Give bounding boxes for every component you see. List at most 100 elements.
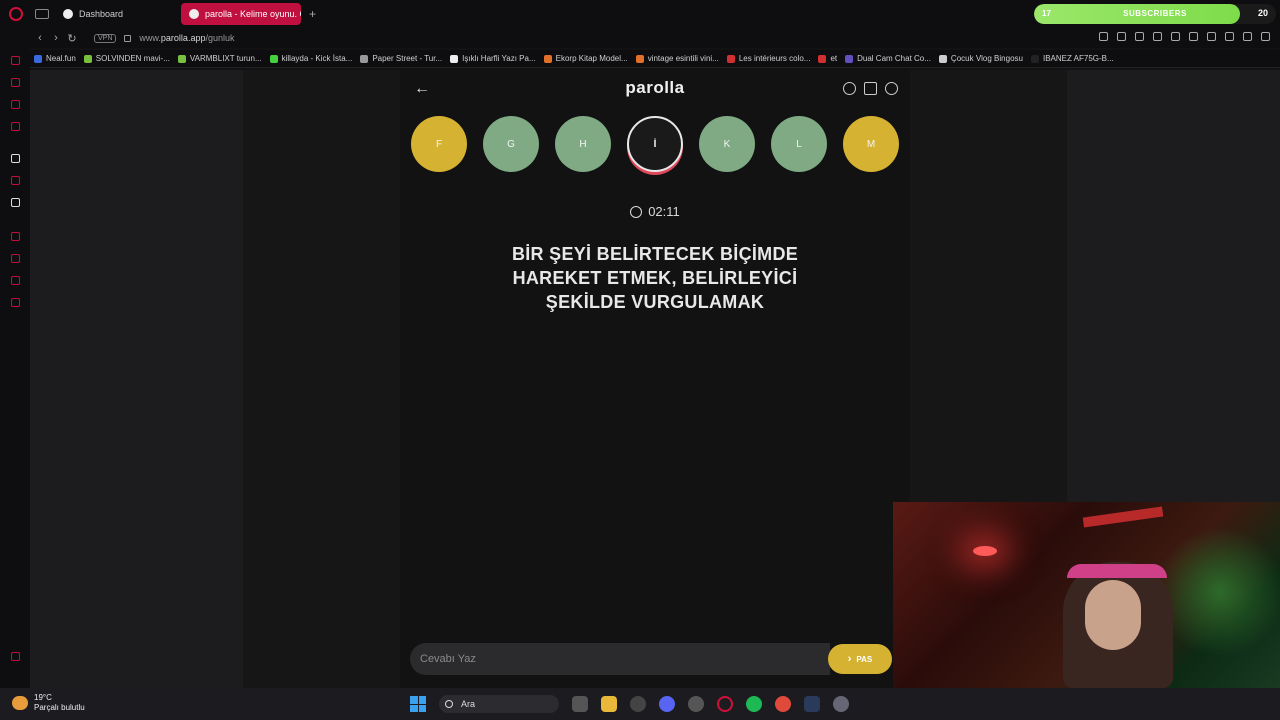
steam-icon[interactable] xyxy=(804,696,820,712)
sidebar-news-icon[interactable] xyxy=(11,122,20,131)
bookmark-item[interactable]: Çocuk Vlog Bingosu xyxy=(938,54,1023,63)
bookmark-favicon-icon xyxy=(450,54,459,63)
bookmark-item[interactable]: Neal.fun xyxy=(34,54,76,63)
pass-label: PAS xyxy=(856,654,873,664)
bookmark-item[interactable]: Paper Street - Tur... xyxy=(360,54,442,63)
bookmark-item[interactable]: vintage esintili vini... xyxy=(635,54,719,63)
game-title: parolla xyxy=(625,78,685,97)
bookmark-favicon-icon xyxy=(938,54,947,63)
sidebar-clock-icon[interactable] xyxy=(11,254,20,263)
bookmark-item[interactable]: SOLVINDEN mavi-... xyxy=(83,54,170,63)
windows-start-icon[interactable] xyxy=(410,696,426,712)
letter-circle-green: H xyxy=(555,116,611,172)
weather-temp: 19°C xyxy=(34,693,52,702)
game-header-icons xyxy=(843,82,898,95)
timer: 02:11 xyxy=(400,204,910,219)
windows-taskbar: 19°C Parçalı bulutlu Ara xyxy=(0,688,1280,720)
opera-gx-icon[interactable] xyxy=(717,696,733,712)
bookmark-item[interactable]: Les intérieurs colo... xyxy=(726,54,810,63)
answer-input[interactable] xyxy=(410,643,830,675)
tab-menu-icon[interactable] xyxy=(35,9,49,19)
bookmark-favicon-icon xyxy=(818,54,827,63)
letter-circle-green: K xyxy=(699,116,755,172)
sidebar-x-icon[interactable] xyxy=(11,198,20,207)
bookmark-item[interactable]: Ekorp Kitap Model... xyxy=(543,54,628,63)
bookmark-item[interactable]: IBANEZ AF75G-B... xyxy=(1030,54,1114,63)
webcam-headphones xyxy=(1067,564,1167,578)
spotify-icon[interactable] xyxy=(746,696,762,712)
page-gutter-mid-left xyxy=(243,70,400,688)
url-field[interactable]: www.parolla.app/gunluk xyxy=(139,33,234,43)
address-bar: ‹ › ↻ VPN www.parolla.app/gunluk xyxy=(0,28,1280,48)
sidebar-player-icon[interactable] xyxy=(11,232,20,241)
webcam-face xyxy=(1085,580,1141,650)
bookmark-favicon-icon xyxy=(635,54,644,63)
dashboard-favicon-icon xyxy=(63,9,73,19)
letter-circle-current: İ xyxy=(627,116,683,172)
vpn-badge[interactable]: VPN xyxy=(94,33,117,43)
profile-icon[interactable] xyxy=(1225,32,1234,41)
taskbar-search[interactable]: Ara xyxy=(439,695,559,713)
sidebar-bag-icon[interactable] xyxy=(11,78,20,87)
letter-circle-green: L xyxy=(771,116,827,172)
file-explorer-icon[interactable] xyxy=(601,696,617,712)
settings-icon[interactable] xyxy=(833,696,849,712)
bookmark-label: Paper Street - Tur... xyxy=(372,54,443,63)
taskbar-icons: Ara xyxy=(410,695,849,713)
timer-value: 02:11 xyxy=(648,204,680,219)
tab-parolla[interactable]: parolla - Kelime oyunu. G xyxy=(181,3,301,25)
bookmark-item[interactable]: VARMBLIXT turun... xyxy=(177,54,262,63)
bookmark-item[interactable]: Işıklı Harfli Yazı Pa... xyxy=(450,54,536,63)
stats-icon[interactable] xyxy=(864,82,877,95)
info-icon[interactable] xyxy=(843,82,856,95)
pin-icon[interactable] xyxy=(1099,32,1108,41)
bookmark-label: IBANEZ AF75G-B... xyxy=(1042,54,1114,63)
sidebar-twitch-icon[interactable] xyxy=(11,176,20,185)
download-icon[interactable] xyxy=(1243,32,1252,41)
sidebar-chat-icon[interactable] xyxy=(11,100,20,109)
user-icon[interactable] xyxy=(885,82,898,95)
bookmarks-bar: Neal.fun SOLVINDEN mavi-... VARMBLIXT turu… xyxy=(0,50,1280,68)
bookmark-favicon-icon xyxy=(360,54,369,63)
lock-icon[interactable] xyxy=(124,34,132,42)
menu-icon[interactable] xyxy=(1261,32,1270,41)
bookmark-label: killayda - Kick İsta... xyxy=(281,54,353,63)
forward-button[interactable]: › xyxy=(48,32,64,44)
bookmark-item[interactable]: et xyxy=(818,54,837,63)
chrome-icon[interactable] xyxy=(775,696,791,712)
task-view-icon[interactable] xyxy=(572,696,588,712)
opera-logo-icon[interactable] xyxy=(9,7,23,21)
obs-icon[interactable] xyxy=(688,696,704,712)
bookmark-favicon-icon xyxy=(177,54,186,63)
weather-desc: Parçalı bulutlu xyxy=(34,703,85,712)
sidebar-kick-icon[interactable] xyxy=(11,154,20,163)
bookmark-favicon-icon xyxy=(83,54,92,63)
back-button[interactable]: ‹ xyxy=(32,32,48,44)
shield-icon[interactable] xyxy=(1153,32,1162,41)
play-icon[interactable] xyxy=(1171,32,1180,41)
discord-icon[interactable] xyxy=(659,696,675,712)
browser-sidebar xyxy=(0,48,30,688)
close-circle-icon[interactable] xyxy=(1135,32,1144,41)
parolla-favicon-icon xyxy=(189,9,199,19)
extensions-icon[interactable] xyxy=(1207,32,1216,41)
browser-tab-bar: Dashboard parolla - Kelime oyunu. G + 17… xyxy=(0,0,1280,28)
tab-dashboard[interactable]: Dashboard xyxy=(55,3,179,25)
new-tab-button[interactable]: + xyxy=(309,7,316,21)
reload-button[interactable]: ↻ xyxy=(64,32,80,45)
heart-icon[interactable] xyxy=(1189,32,1198,41)
snapshot-icon[interactable] xyxy=(1117,32,1126,41)
bookmark-item[interactable]: Dual Cam Chat Co... xyxy=(845,54,931,63)
sidebar-gx-icon[interactable] xyxy=(11,652,20,661)
sidebar-bulb-icon[interactable] xyxy=(11,276,20,285)
pass-button[interactable]: › PAS xyxy=(828,644,892,674)
sidebar-history-icon[interactable] xyxy=(11,56,20,65)
bookmark-favicon-icon xyxy=(1030,54,1039,63)
clock-icon xyxy=(630,206,643,218)
sidebar-settings-icon[interactable] xyxy=(11,298,20,307)
steelseries-icon[interactable] xyxy=(630,696,646,712)
question-text: BİR ŞEYİ BELİRTECEK BİÇİMDE HAREKET ETME… xyxy=(511,244,799,312)
bookmark-item[interactable]: killayda - Kick İsta... xyxy=(269,54,353,63)
subscriber-goal: 20 xyxy=(1257,8,1268,18)
weather-widget[interactable]: 19°C Parçalı bulutlu xyxy=(12,693,85,713)
